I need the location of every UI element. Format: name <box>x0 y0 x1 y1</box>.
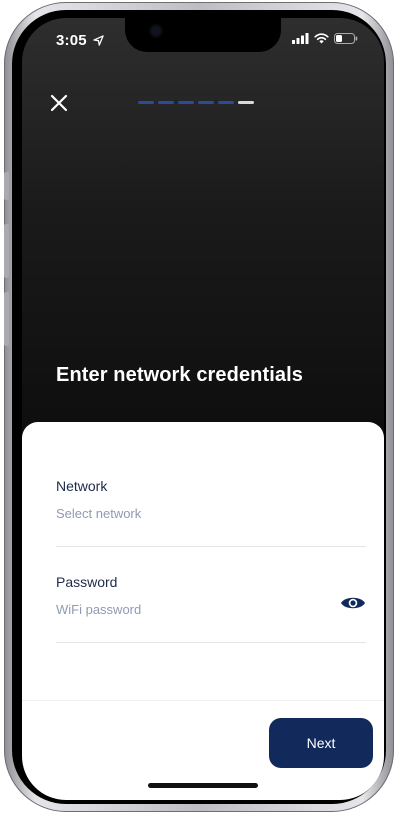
progress-segment <box>178 101 194 104</box>
cellular-signal-icon <box>292 33 309 44</box>
credentials-sheet: Network Select network Password WiFi pas… <box>22 422 384 800</box>
progress-segment <box>238 101 254 104</box>
home-indicator[interactable] <box>148 783 258 788</box>
screen: 3:05 Enter network credentials Network S… <box>22 18 384 800</box>
progress-indicator <box>138 101 254 104</box>
status-icons <box>292 33 358 44</box>
volume-down-button <box>4 292 9 346</box>
network-divider <box>56 546 366 547</box>
password-divider <box>56 642 366 643</box>
battery-icon <box>334 33 358 44</box>
close-button[interactable] <box>48 92 70 114</box>
progress-segment <box>218 101 234 104</box>
notch <box>125 18 281 52</box>
network-select[interactable]: Select network <box>56 506 141 521</box>
close-icon <box>50 94 68 112</box>
next-button[interactable]: Next <box>269 718 373 768</box>
front-camera <box>151 26 161 36</box>
password-field[interactable]: WiFi password <box>56 602 141 617</box>
progress-segment <box>138 101 154 104</box>
status-time: 3:05 <box>56 32 104 49</box>
location-arrow-icon <box>93 35 104 46</box>
phone-frame: 3:05 Enter network credentials Network S… <box>4 2 394 812</box>
progress-segment <box>158 101 174 104</box>
page-title: Enter network credentials <box>56 364 304 386</box>
toggle-password-visibility-button[interactable] <box>340 594 366 612</box>
silent-switch <box>4 172 9 200</box>
footer-divider <box>22 700 384 701</box>
eye-icon <box>341 597 365 609</box>
volume-up-button <box>4 224 9 278</box>
network-label: Network <box>56 478 108 494</box>
password-label: Password <box>56 574 118 590</box>
status-time-text: 3:05 <box>56 32 87 49</box>
wifi-icon <box>314 33 329 44</box>
progress-segment <box>198 101 214 104</box>
